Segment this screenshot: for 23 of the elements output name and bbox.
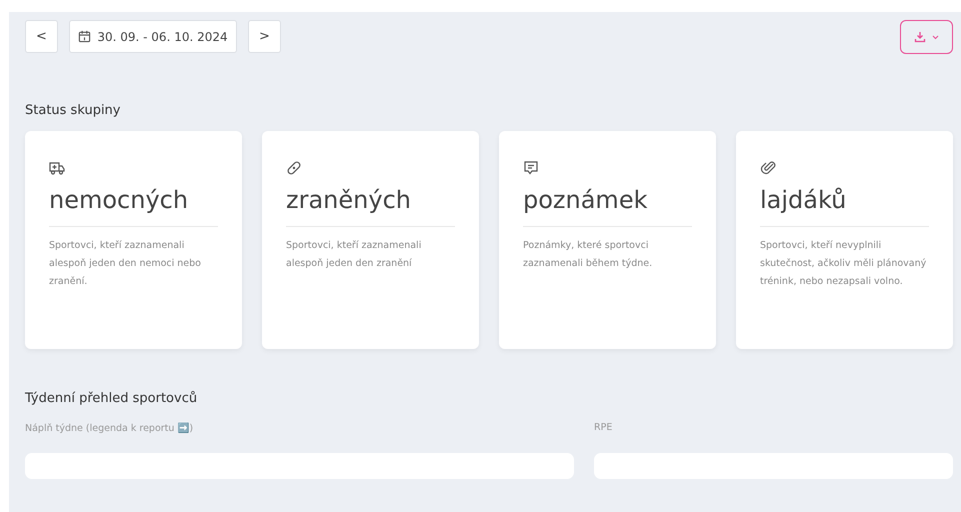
card-title: nemocných bbox=[49, 186, 218, 227]
field-label: Náplň týdne (legenda k reportu ➡) bbox=[25, 422, 194, 434]
card-description: Sportovci, kteří zaznamenali alespoň jeden den zranění bbox=[286, 239, 422, 271]
card-description: Sportovci, kteří zaznamenali alespoň jeden den nemoci nebo zranění. bbox=[49, 239, 202, 289]
section-title: Týdenní přehled sportovců bbox=[25, 391, 198, 406]
caret-icon bbox=[932, 34, 939, 40]
ambulance-icon bbox=[49, 160, 65, 176]
download-button[interactable] bbox=[900, 20, 953, 54]
calendar-icon bbox=[78, 30, 92, 43]
previous-button[interactable]: < bbox=[25, 20, 58, 53]
field-label: RPE bbox=[594, 422, 614, 434]
section-title: Status skupiny bbox=[25, 103, 122, 118]
paperclip-icon bbox=[760, 160, 776, 176]
date-range-button[interactable]: 30. 09. - 06. 10. 2024 bbox=[69, 20, 237, 53]
download-icon bbox=[914, 31, 926, 43]
card-description: Poznámky, které sportovci zaznamenali během týdne. bbox=[523, 239, 654, 271]
card-title: poznámek bbox=[523, 186, 692, 227]
next-button[interactable]: > bbox=[248, 20, 281, 53]
card-title: lajdáků bbox=[760, 186, 929, 227]
card-description: Sportovci, kteří nevyplnili skutečnost, ačkoliv měli plánovaný trénink, nebo nezapsali volno. bbox=[760, 239, 928, 289]
bandage-icon bbox=[286, 160, 302, 176]
card-title: zraněných bbox=[286, 186, 455, 227]
message-icon bbox=[523, 160, 539, 176]
